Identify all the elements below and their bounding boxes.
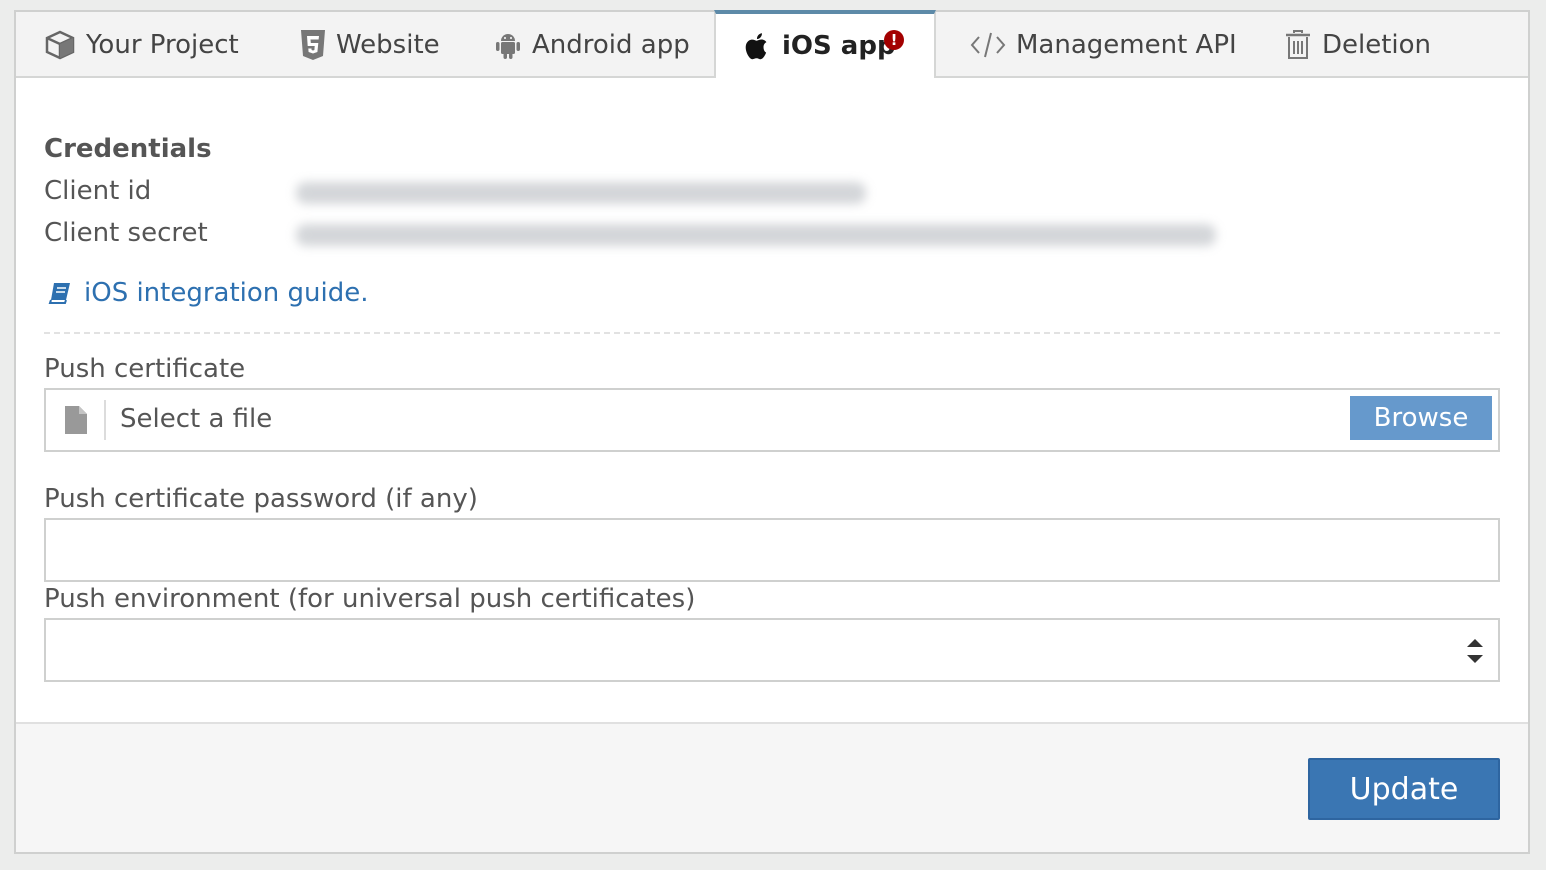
tab-label: iOS app: [782, 31, 896, 61]
html5-icon: [300, 29, 326, 61]
guide-label: iOS integration guide.: [84, 278, 369, 308]
book-icon: [48, 281, 72, 305]
client-id-label: Client id: [44, 176, 152, 206]
client-secret-value-redacted: [296, 224, 1216, 246]
push-certificate-file-input[interactable]: Select a file Browse: [44, 388, 1500, 452]
file-icon: [46, 390, 106, 450]
push-certificate-label: Push certificate: [44, 354, 246, 384]
push-password-input[interactable]: [44, 518, 1500, 582]
tab-android-app[interactable]: Android app: [494, 12, 690, 78]
tab-ios-app[interactable]: iOS app !: [714, 10, 936, 78]
alert-badge: !: [884, 30, 904, 50]
push-password-label: Push certificate password (if any): [44, 484, 478, 514]
code-icon: [970, 31, 1006, 59]
browse-button[interactable]: Browse: [1350, 396, 1492, 440]
settings-panel: Your Project Website Android app iOS app…: [14, 10, 1530, 854]
client-secret-label: Client secret: [44, 218, 208, 248]
tab-label: Android app: [532, 30, 690, 60]
form-footer: Update: [16, 722, 1528, 852]
ios-integration-guide-link[interactable]: iOS integration guide.: [48, 278, 369, 308]
client-id-value-redacted: [296, 182, 866, 204]
tab-label: Deletion: [1322, 30, 1432, 60]
tab-management-api[interactable]: Management API: [970, 12, 1237, 78]
trash-icon: [1284, 29, 1312, 61]
cube-icon: [44, 29, 76, 61]
select-arrows-icon: [1466, 638, 1484, 664]
tab-website[interactable]: Website: [300, 12, 440, 78]
apple-icon: [744, 30, 772, 62]
credentials-heading: Credentials: [44, 134, 212, 164]
update-button[interactable]: Update: [1308, 758, 1500, 820]
tab-your-project[interactable]: Your Project: [44, 12, 239, 78]
section-divider: [44, 332, 1500, 334]
tab-deletion[interactable]: Deletion: [1284, 12, 1431, 78]
file-input-separator: [104, 400, 106, 440]
push-environment-label: Push environment (for universal push cer…: [44, 584, 696, 614]
tab-label: Website: [336, 30, 440, 60]
file-placeholder: Select a file: [120, 404, 273, 434]
android-icon: [494, 29, 522, 61]
tab-bar: Your Project Website Android app iOS app…: [16, 10, 1528, 78]
push-environment-select[interactable]: [44, 618, 1500, 682]
tab-label: Your Project: [86, 30, 239, 60]
tab-label: Management API: [1016, 30, 1237, 60]
